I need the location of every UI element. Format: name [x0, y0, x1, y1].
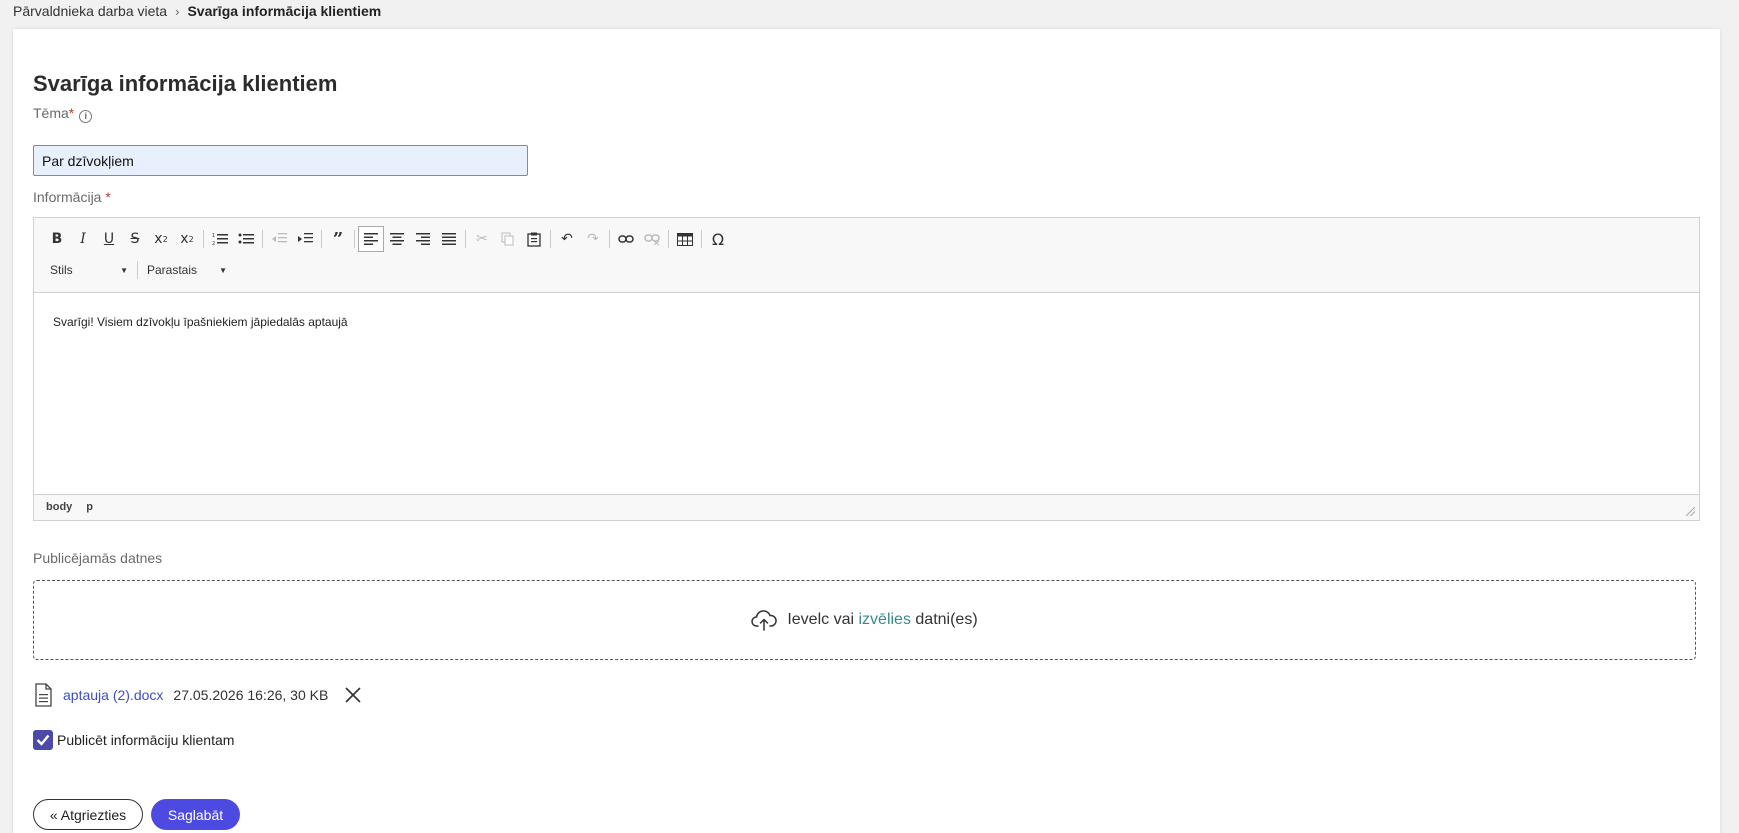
breadcrumb-parent-link[interactable]: Pārvaldnieka darba vieta [13, 3, 167, 19]
close-icon[interactable] [344, 686, 362, 704]
strikethrough-icon[interactable]: S [122, 226, 148, 252]
file-item: aptauja (2).docx 27.05.2026 16:26, 30 KB [33, 683, 362, 707]
info-required-mark: * [105, 189, 111, 205]
caret-down-icon: ▼ [219, 265, 227, 275]
align-left-icon[interactable] [358, 226, 384, 252]
blockquote-icon[interactable]: ” [325, 226, 351, 252]
subscript-icon[interactable]: x2 [148, 226, 174, 252]
superscript-icon[interactable]: x2 [174, 226, 200, 252]
main-card: Svarīga informācija klientiem Tēma*i Inf… [13, 29, 1720, 833]
numbered-list-icon[interactable]: 12 [207, 226, 233, 252]
copy-icon[interactable] [495, 226, 521, 252]
breadcrumb-current: Svarīga informācija klientiem [187, 3, 382, 19]
undo-icon[interactable]: ↶ [554, 226, 580, 252]
svg-text:1: 1 [212, 233, 215, 239]
unlink-icon[interactable] [639, 226, 665, 252]
align-right-icon[interactable] [410, 226, 436, 252]
path-p[interactable]: p [86, 501, 93, 514]
publish-checkbox[interactable] [33, 730, 53, 750]
theme-label: Tēma* i [33, 105, 93, 123]
editor-element-path: body p [34, 494, 1699, 520]
theme-required-mark: * [68, 105, 75, 121]
align-justify-icon[interactable] [436, 226, 462, 252]
document-icon [35, 683, 52, 707]
file-name-link[interactable]: aptauja (2).docx [63, 687, 163, 703]
caret-down-icon: ▼ [120, 265, 128, 275]
paste-icon[interactable] [521, 226, 547, 252]
outdent-icon[interactable] [266, 226, 292, 252]
redo-icon[interactable]: ↷ [580, 226, 606, 252]
breadcrumb: Pārvaldnieka darba vieta › Svarīga infor… [13, 2, 381, 20]
style-dropdown[interactable]: Stils ▼ [44, 258, 134, 282]
file-meta: 27.05.2026 16:26, 30 KB [173, 687, 329, 703]
underline-icon[interactable]: U [96, 226, 122, 252]
info-icon[interactable]: i [79, 110, 93, 123]
check-icon [36, 734, 50, 746]
publish-checkbox-row[interactable]: Publicēt informāciju klientam [33, 730, 234, 750]
format-dropdown-label: Parastais [147, 263, 198, 277]
align-center-icon[interactable] [384, 226, 410, 252]
cloud-upload-icon [751, 610, 778, 631]
svg-text:2: 2 [212, 241, 215, 246]
bulleted-list-icon[interactable] [233, 226, 259, 252]
editor-content-area[interactable]: Svarīgi! Visiem dzīvokļu īpašniekiem jāp… [34, 293, 1699, 494]
style-dropdown-label: Stils [50, 263, 73, 277]
breadcrumb-chevron-icon: › [175, 3, 180, 19]
cut-icon[interactable]: ✂ [469, 226, 495, 252]
link-icon[interactable] [613, 226, 639, 252]
save-button[interactable]: Saglabāt [151, 799, 240, 830]
info-label: Informācija * [33, 189, 111, 205]
dropzone-prefix: Ievelc vai [787, 611, 855, 628]
rich-text-editor: B I U S x2 x2 12 ” ✂ ↶ ↷ Ω Stils ▼ Paras… [33, 217, 1700, 521]
back-button[interactable]: « Atgriezties [33, 799, 143, 830]
editor-toolbar: B I U S x2 x2 12 ” ✂ ↶ ↷ Ω Stils ▼ Paras… [34, 218, 1699, 293]
indent-icon[interactable] [292, 226, 318, 252]
dropzone-text: Ievelc vai izvēlies datni(es) [787, 611, 977, 629]
choose-file-link[interactable]: izvēlies [858, 611, 910, 628]
page-title: Svarīga informācija klientiem [33, 71, 338, 96]
italic-icon[interactable]: I [70, 226, 96, 252]
editor-paragraph[interactable]: Svarīgi! Visiem dzīvokļu īpašniekiem jāp… [53, 315, 1680, 329]
path-body[interactable]: body [46, 501, 72, 514]
table-icon[interactable] [672, 226, 698, 252]
special-character-icon[interactable]: Ω [705, 226, 731, 252]
files-label: Publicējamās datnes [33, 550, 163, 566]
publish-checkbox-label[interactable]: Publicēt informāciju klientam [57, 732, 234, 748]
resize-grip-icon[interactable] [1686, 507, 1695, 516]
theme-input[interactable] [33, 145, 528, 176]
file-dropzone[interactable]: Ievelc vai izvēlies datni(es) [33, 580, 1696, 660]
format-dropdown[interactable]: Parastais ▼ [141, 258, 233, 282]
dropzone-suffix: datni(es) [915, 611, 978, 628]
bold-icon[interactable]: B [44, 226, 70, 252]
info-label-text: Informācija [33, 189, 102, 205]
theme-label-text: Tēma [33, 105, 69, 121]
